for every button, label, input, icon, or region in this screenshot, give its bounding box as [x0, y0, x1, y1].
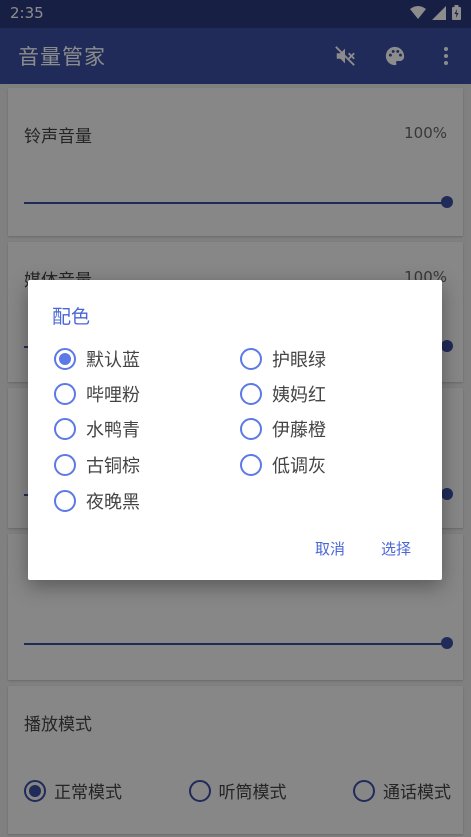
radio-unchecked-icon[interactable] [240, 454, 262, 476]
color-option-teal[interactable]: 水鸭青 [54, 416, 140, 442]
radio-unchecked-icon[interactable] [54, 454, 76, 476]
radio-unchecked-icon[interactable] [54, 383, 76, 405]
color-option-red[interactable]: 姨妈红 [240, 381, 326, 407]
color-option-bili-pink[interactable]: 哔哩粉 [54, 381, 140, 407]
color-option-label: 姨妈红 [272, 385, 326, 406]
color-option-label: 哔哩粉 [86, 385, 140, 406]
color-option-label: 低调灰 [272, 456, 326, 477]
color-option-label: 水鸭青 [86, 420, 140, 441]
radio-checked-icon[interactable] [54, 348, 76, 370]
color-option-night-black[interactable]: 夜晚黑 [54, 488, 140, 514]
radio-unchecked-icon[interactable] [240, 418, 262, 440]
color-option-default-blue[interactable]: 默认蓝 [54, 346, 140, 372]
radio-unchecked-icon[interactable] [54, 418, 76, 440]
color-option-label: 古铜棕 [86, 456, 140, 477]
radio-unchecked-icon[interactable] [240, 348, 262, 370]
radio-unchecked-icon[interactable] [240, 383, 262, 405]
color-option-eye-green[interactable]: 护眼绿 [240, 346, 326, 372]
color-option-orange[interactable]: 伊藤橙 [240, 416, 326, 442]
cancel-button[interactable]: 取消 [315, 538, 345, 559]
select-button[interactable]: 选择 [381, 538, 411, 559]
color-option-label: 默认蓝 [86, 350, 140, 371]
color-option-label: 护眼绿 [272, 350, 326, 371]
dialog-title: 配色 [52, 306, 91, 328]
color-option-bronze[interactable]: 古铜棕 [54, 452, 140, 478]
color-option-label: 夜晚黑 [86, 492, 140, 513]
color-option-label: 伊藤橙 [272, 420, 326, 441]
radio-unchecked-icon[interactable] [54, 490, 76, 512]
color-scheme-dialog: 配色 默认蓝 护眼绿 哔哩粉 姨妈红 水鸭青 伊藤橙 古铜棕 低调灰 夜晚黑 取… [28, 280, 442, 580]
color-option-gray[interactable]: 低调灰 [240, 452, 326, 478]
